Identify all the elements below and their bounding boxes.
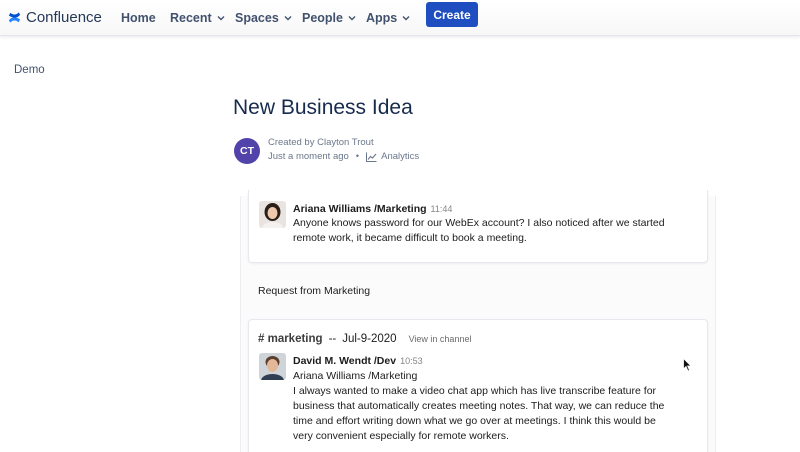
confluence-logo[interactable]: Confluence: [7, 0, 102, 36]
channel-header: # marketing -- Jul-9-2020 View in channe…: [258, 333, 471, 345]
nav-recent-label: Recent: [170, 11, 212, 25]
message-text-line: Anyone knows password for our WebEx acco…: [293, 217, 665, 229]
message-text-line: very convenient especially for remote wo…: [293, 430, 509, 442]
request-label: Request from Marketing: [258, 285, 371, 297]
message-author[interactable]: David M. Wendt /Dev 10:53: [293, 355, 423, 367]
message-text-line: remote work, it became difficult to book…: [293, 232, 527, 244]
channel-name[interactable]: # marketing: [258, 333, 323, 345]
author-avatar[interactable]: CT: [234, 138, 260, 164]
chevron-down-icon: [402, 16, 410, 21]
top-navigation: Confluence Home Recent Spaces People App…: [0, 0, 800, 36]
message-mention: Ariana Williams /Marketing: [293, 370, 418, 382]
message-text-line: time and effort writing down what we go …: [293, 415, 656, 427]
ariana-photo-icon: [259, 201, 286, 228]
byline-updated: Just a moment ago: [268, 151, 349, 162]
message-time: 11:44: [430, 204, 453, 214]
nav-recent[interactable]: Recent: [170, 0, 225, 36]
message-text: Ariana Williams /Marketing I always want…: [293, 369, 664, 444]
chevron-down-icon: [348, 16, 356, 21]
nav-home[interactable]: Home: [121, 0, 156, 36]
mouse-pointer-icon: [683, 358, 692, 372]
nav-apps-label: Apps: [366, 11, 398, 25]
nav-people-label: People: [302, 11, 343, 25]
nav-spaces-label: Spaces: [235, 11, 279, 25]
chevron-down-icon: [284, 16, 292, 21]
analytics-chart-icon: [366, 152, 377, 162]
message-author[interactable]: Ariana Williams /Marketing 11:44: [293, 203, 452, 215]
channel-date: Jul-9-2020: [342, 333, 397, 345]
confluence-logo-icon: [8, 12, 21, 23]
author-name: Ariana Williams /Marketing: [293, 203, 427, 215]
nav-people[interactable]: People: [302, 0, 356, 36]
message-time: 10:53: [400, 356, 423, 366]
nav-apps[interactable]: Apps: [366, 0, 410, 36]
message-text: Anyone knows password for our WebEx acco…: [293, 216, 665, 246]
view-in-channel-link[interactable]: View in channel: [409, 334, 472, 344]
byline-created-by: Created by Clayton Trout: [268, 137, 374, 148]
chevron-down-icon: [217, 16, 225, 21]
channel-separator: --: [328, 333, 337, 345]
ariana-avatar[interactable]: [259, 201, 286, 228]
page-title: New Business Idea: [233, 96, 413, 119]
analytics-link[interactable]: Analytics: [366, 151, 419, 162]
message-text-line: I always wanted to make a video chat app…: [293, 385, 657, 397]
create-button[interactable]: Create: [426, 2, 478, 27]
byline-separator: •: [355, 151, 360, 162]
nav-home-label: Home: [121, 11, 156, 25]
message-text-line: business that automatically creates meet…: [293, 400, 665, 412]
david-photo-icon: [259, 353, 286, 380]
analytics-label: Analytics: [381, 151, 420, 162]
app-name: Confluence: [26, 9, 102, 26]
nav-spaces[interactable]: Spaces: [235, 0, 292, 36]
byline-meta: Just a moment ago • Analytics: [268, 151, 419, 162]
space-name-link[interactable]: Demo: [14, 64, 45, 76]
david-avatar[interactable]: [259, 353, 286, 380]
author-name: David M. Wendt /Dev: [293, 355, 397, 367]
